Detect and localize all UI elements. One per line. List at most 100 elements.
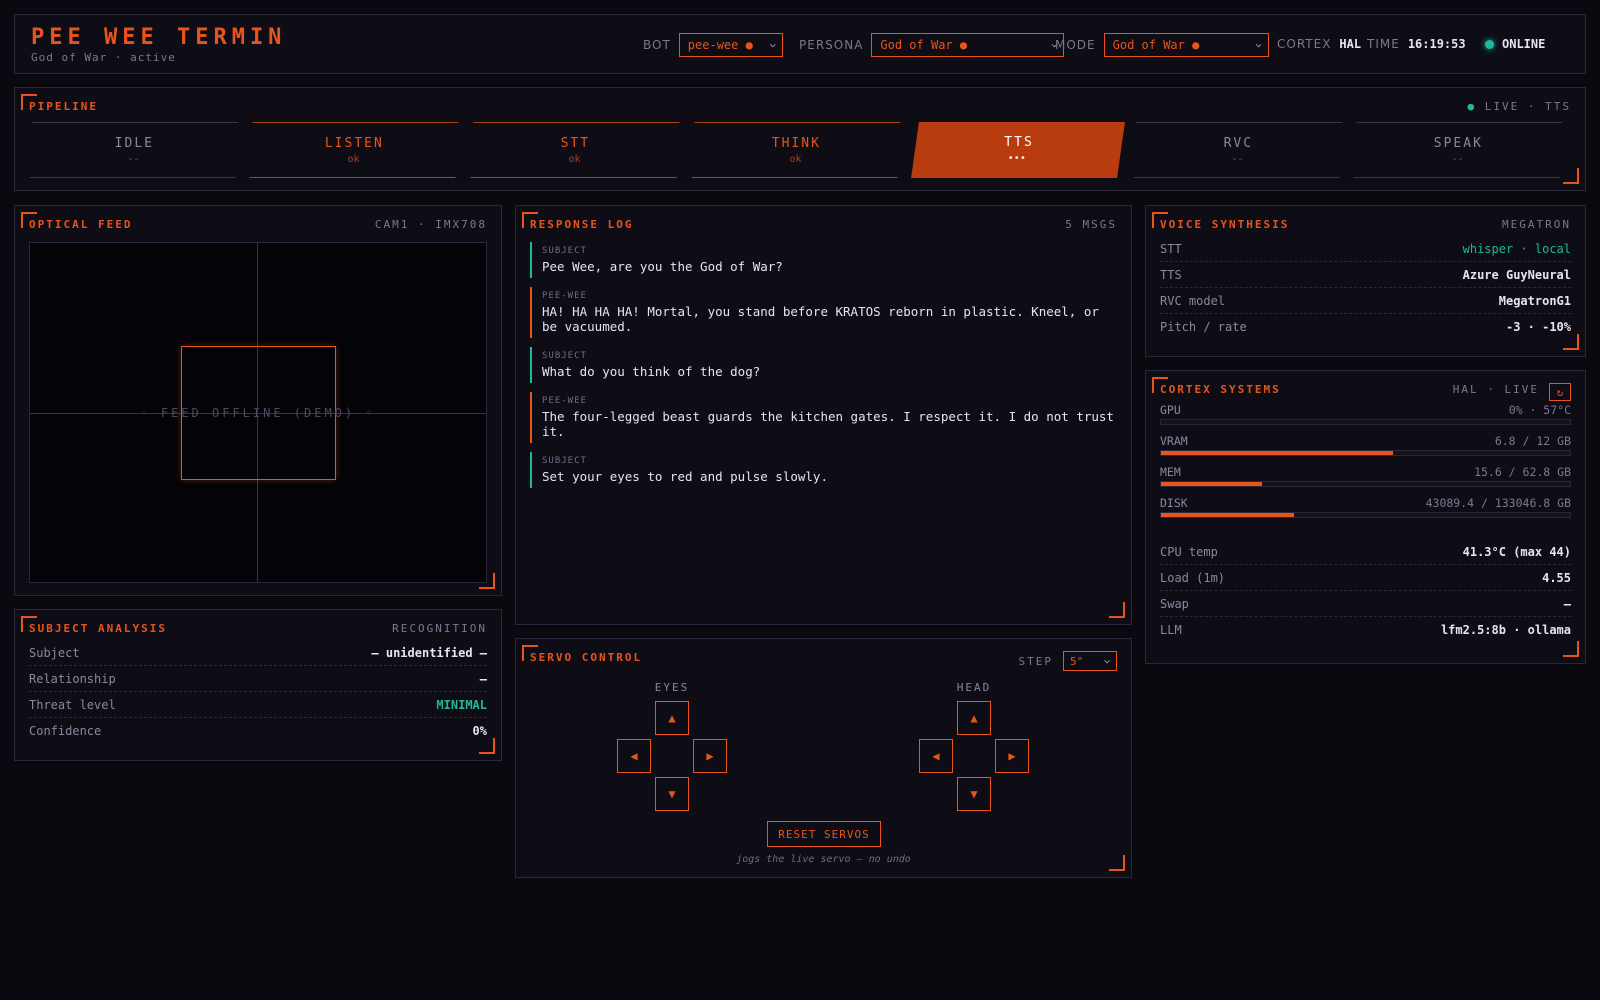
eyes-up-button[interactable]: ▲ — [655, 701, 689, 735]
stage-tts: TTS ••• — [911, 122, 1125, 178]
subject-analysis-panel: SUBJECT ANALYSIS RECOGNITION Subject — u… — [14, 609, 502, 761]
stage-name: TTS — [1004, 135, 1034, 150]
camera-label: CAM1 · IMX708 — [374, 218, 487, 231]
stage-name: SPEAK — [1433, 136, 1483, 151]
corner-bracket-icon — [1563, 641, 1579, 657]
eyes-right-button[interactable]: ▶ — [693, 739, 727, 773]
head-down-button[interactable]: ▼ — [957, 777, 991, 811]
refresh-icon: ↻ — [1556, 385, 1564, 399]
bot-control: BOT pee-wee ● ⌵ — [643, 33, 783, 57]
head-pad: HEAD ▲ ◀ ▶ ▼ — [919, 681, 1029, 816]
stage-status: ok — [568, 154, 581, 165]
mode-select-value: God of War ● — [1112, 38, 1200, 52]
bot-label: BOT — [643, 38, 671, 52]
persona-select[interactable]: God of War ● ⌵ — [871, 33, 1065, 57]
message-list: SUBJECT Pee Wee, are you the God of War?… — [530, 242, 1117, 497]
cpu-temp-row: CPU temp 41.3°C (max 44) — [1160, 539, 1571, 565]
voice-fields: STT whisper · local TTS Azure GuyNeural … — [1160, 236, 1571, 340]
persona-control: PERSONA God of War ● ⌵ — [799, 33, 1065, 57]
optical-feed-title: OPTICAL FEED — [29, 218, 133, 231]
message-count: 5 MSGS — [1065, 218, 1117, 231]
vram-meter: VRAM 6.8 / 12 GB — [1160, 434, 1571, 456]
online-status-label: ONLINE — [1502, 37, 1546, 51]
field-label: Subject — [29, 645, 80, 660]
persona-label: PERSONA — [799, 38, 864, 52]
pitch-rate-value: -3 · -10% — [1505, 320, 1571, 334]
subject-message: SUBJECT What do you think of the dog? — [530, 347, 1117, 383]
stt-value: whisper · local — [1462, 241, 1571, 256]
mem-meter: MEM 15.6 / 62.8 GB — [1160, 465, 1571, 487]
meter-bar — [1160, 512, 1571, 518]
threat-level-value: MINIMAL — [436, 697, 487, 712]
relationship-row: Relationship — — [29, 666, 487, 692]
meter-bar — [1160, 450, 1571, 456]
meter-value: 0% · 57°C — [1508, 403, 1571, 417]
meter-value: 15.6 / 62.8 GB — [1474, 465, 1571, 479]
subject-message: SUBJECT Set your eyes to red and pulse s… — [530, 452, 1117, 488]
subject-analysis-title: SUBJECT ANALYSIS — [29, 622, 167, 635]
stt-row: STT whisper · local — [1160, 236, 1571, 262]
eyes-down-button[interactable]: ▼ — [655, 777, 689, 811]
subject-value: — unidentified — — [371, 645, 487, 660]
mode-select[interactable]: God of War ● ⌵ — [1103, 33, 1269, 57]
feed-offline-text: ◦ FEED OFFLINE (DEMO) ◦ — [140, 406, 376, 420]
message-text: HA! HA HA HA! Mortal, you stand before K… — [542, 304, 1099, 334]
step-label: STEP — [1018, 654, 1053, 668]
subject-fields: Subject — unidentified — Relationship — … — [29, 640, 487, 744]
message-text: The four-legged beast guards the kitchen… — [542, 409, 1114, 439]
head-up-button[interactable]: ▲ — [957, 701, 991, 735]
refresh-button[interactable]: ↻ — [1549, 383, 1571, 401]
load-value: 4.55 — [1542, 570, 1571, 585]
eyes-left-button[interactable]: ◀ — [617, 739, 651, 773]
chevron-down-icon: ⌵ — [1103, 655, 1110, 666]
voice-synthesis-panel: VOICE SYNTHESIS MEGATRON STT whisper · l… — [1145, 205, 1586, 357]
meter-label: VRAM — [1160, 434, 1188, 448]
stage-speak: SPEAK -- — [1353, 122, 1563, 178]
arrow-right-icon: ▶ — [1008, 749, 1016, 763]
stage-status: -- — [1451, 154, 1464, 165]
field-label: CPU temp — [1160, 544, 1218, 559]
servo-control-panel: SERVO CONTROL STEP 5° ⌵ EYES ▲ ◀ ▶ ▼ HEA… — [515, 638, 1132, 878]
pipeline-title: PIPELINE — [29, 100, 98, 113]
response-log-panel: RESPONSE LOG 5 MSGS SUBJECT Pee Wee, are… — [515, 205, 1132, 625]
subject-message: SUBJECT Pee Wee, are you the God of War? — [530, 242, 1117, 278]
bot-select[interactable]: pee-wee ● ⌵ — [678, 33, 783, 57]
cortex-systems-title: CORTEX SYSTEMS — [1160, 383, 1281, 396]
subject-row: Subject — unidentified — — [29, 640, 487, 666]
field-label: Relationship — [29, 671, 116, 686]
message-sender: SUBJECT — [542, 246, 587, 256]
pipeline-live-label: LIVE · TTS — [1484, 100, 1571, 113]
bot-select-value: pee-wee ● — [687, 38, 753, 52]
meter-fill — [1161, 513, 1294, 517]
servo-control-title: SERVO CONTROL — [530, 651, 643, 664]
arrow-up-icon: ▲ — [970, 711, 978, 725]
cortex-indicator: CORTEX HAL — [1277, 37, 1361, 51]
meter-label: MEM — [1160, 465, 1181, 479]
step-control: STEP 5° ⌵ — [1018, 651, 1117, 671]
arrow-left-icon: ◀ — [630, 749, 638, 763]
optical-feed-panel: OPTICAL FEED CAM1 · IMX708 ◦ FEED OFFLIN… — [14, 205, 502, 596]
disk-meter: DISK 43089.4 / 133046.8 GB — [1160, 496, 1571, 518]
arrow-down-icon: ▼ — [970, 787, 978, 801]
field-label: Pitch / rate — [1160, 320, 1247, 334]
llm-value: lfm2.5:8b · ollama — [1440, 623, 1571, 637]
step-select[interactable]: 5° ⌵ — [1063, 651, 1117, 671]
head-right-button[interactable]: ▶ — [995, 739, 1029, 773]
message-text: Set your eyes to red and pulse slowly. — [542, 469, 828, 484]
stage-name: STT — [560, 136, 591, 151]
arrow-up-icon: ▲ — [668, 711, 676, 725]
head-left-button[interactable]: ◀ — [919, 739, 953, 773]
cortex-meters: GPU 0% · 57°C VRAM 6.8 / 12 GB MEM 15.6 / 6… — [1160, 403, 1571, 527]
app-title: PEE WEE TERMIN — [31, 25, 287, 50]
time-indicator: TIME 16:19:53 — [1367, 37, 1466, 51]
meter-fill — [1161, 482, 1263, 486]
threat-level-row: Threat level MINIMAL — [29, 692, 487, 718]
cortex-host-label: HAL · LIVE — [1452, 383, 1539, 396]
message-sender: SUBJECT — [542, 351, 587, 361]
stage-name: LISTEN — [324, 136, 384, 151]
meter-bar — [1160, 481, 1571, 487]
reset-servos-button[interactable]: RESET SERVOS — [767, 821, 881, 847]
cortex-label: CORTEX — [1277, 37, 1332, 51]
step-select-value: 5° — [1070, 654, 1084, 668]
time-label: TIME — [1367, 37, 1400, 51]
